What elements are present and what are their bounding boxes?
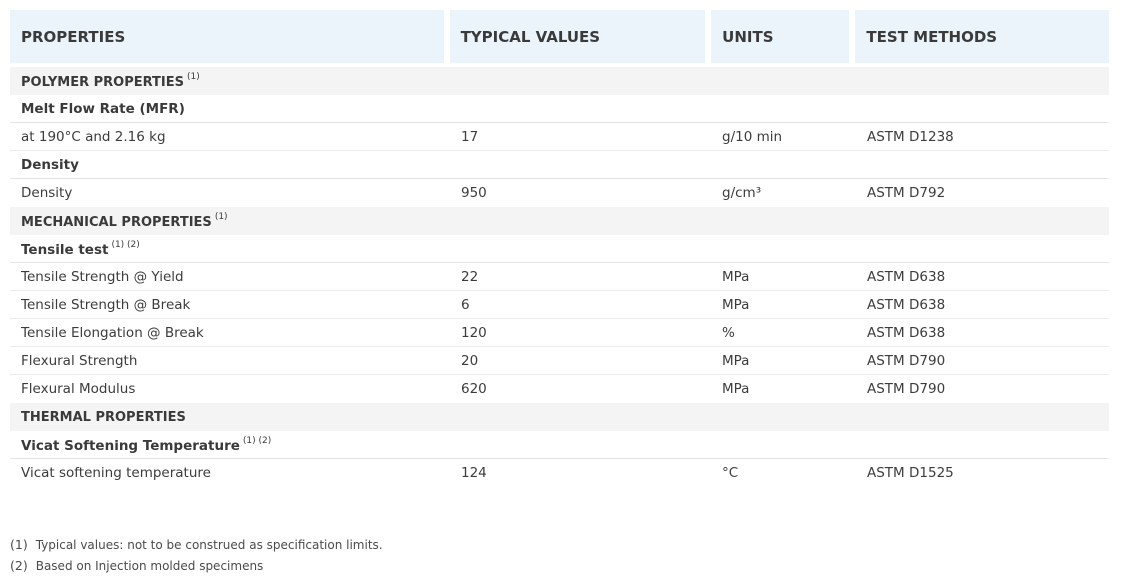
section-title: THERMAL PROPERTIES (21, 409, 186, 425)
header-units: UNITS (711, 10, 850, 63)
table-row: Vicat softening temperature 124 °C ASTM … (10, 459, 1109, 487)
footnote-ref: (1) (214, 212, 228, 222)
footnote-mark: (1) (10, 537, 28, 552)
section-mechanical-properties: MECHANICAL PROPERTIES (1) (10, 207, 1109, 235)
footnote-1: (1) Typical values: not to be construed … (10, 534, 383, 555)
footnote-text: Based on Injection molded specimens (35, 558, 264, 573)
properties-table: PROPERTIES TYPICAL VALUES UNITS TEST MET… (10, 10, 1109, 487)
value-cell: 6 (461, 296, 470, 313)
method-cell: ASTM D790 (867, 381, 946, 397)
footnotes: (1) Typical values: not to be construed … (10, 534, 383, 576)
footnote-ref: (1) (2) (111, 239, 140, 250)
table-row: Flexural Strength 20 MPa ASTM D790 (10, 347, 1109, 375)
method-cell: ASTM D638 (867, 324, 946, 341)
property-cell: Flexural Strength (21, 352, 138, 369)
footnote-ref: (1) (2) (242, 435, 272, 446)
table-header: PROPERTIES TYPICAL VALUES UNITS TEST MET… (10, 10, 1109, 63)
unit-cell: g/cm³ (722, 185, 762, 201)
value-cell: 950 (461, 185, 487, 201)
header-properties: PROPERTIES (10, 10, 444, 63)
value-cell: 22 (461, 268, 479, 285)
table-row: Tensile Elongation @ Break 120 % ASTM D6… (10, 319, 1109, 347)
property-cell: Vicat softening temperature (21, 465, 211, 481)
subsection-title: Tensile test (21, 241, 109, 258)
method-cell: ASTM D790 (867, 352, 946, 369)
value-cell: 20 (461, 352, 479, 369)
footnote-2: (2) Based on Injection molded specimens (10, 555, 383, 576)
subsection-title: Vicat Softening Temperature (21, 437, 240, 454)
table-row: at 190°C and 2.16 kg 17 g/10 min ASTM D1… (10, 123, 1109, 151)
property-cell: Tensile Strength @ Yield (21, 268, 184, 285)
property-cell: Tensile Strength @ Break (21, 296, 191, 313)
property-cell: Density (21, 185, 73, 201)
table-row: Tensile Strength @ Yield 22 MPa ASTM D63… (10, 263, 1109, 291)
subsection-tensile-test: Tensile test (1) (2) (10, 235, 1109, 263)
footnote-ref: (1) (186, 72, 200, 82)
subsection-title: Density (21, 156, 79, 173)
footnote-mark: (2) (10, 558, 28, 573)
section-title: POLYMER PROPERTIES (21, 75, 184, 90)
subsection-title: Melt Flow Rate (MFR) (21, 100, 185, 117)
property-cell: Tensile Elongation @ Break (21, 324, 204, 341)
value-cell: 17 (461, 128, 479, 145)
unit-cell: MPa (722, 296, 750, 313)
unit-cell: MPa (722, 268, 750, 285)
unit-cell: MPa (722, 352, 750, 369)
value-cell: 120 (461, 324, 487, 341)
method-cell: ASTM D638 (867, 296, 946, 313)
table-body: POLYMER PROPERTIES (1) Melt Flow Rate (MF… (10, 67, 1109, 487)
unit-cell: °C (722, 465, 739, 481)
table-row: Density 950 g/cm³ ASTM D792 (10, 179, 1109, 207)
subsection-density: Density (10, 151, 1109, 179)
table-row: Flexural Modulus 620 MPa ASTM D790 (10, 375, 1109, 403)
method-cell: ASTM D638 (867, 268, 946, 285)
section-polymer-properties: POLYMER PROPERTIES (1) (10, 67, 1109, 95)
footnote-text: Typical values: not to be construed as s… (35, 537, 383, 552)
subsection-mfr: Melt Flow Rate (MFR) (10, 95, 1109, 123)
unit-cell: % (722, 324, 735, 341)
section-thermal-properties: THERMAL PROPERTIES (10, 403, 1109, 431)
section-title: MECHANICAL PROPERTIES (21, 215, 212, 230)
subsection-vicat: Vicat Softening Temperature (1) (2) (10, 431, 1109, 459)
method-cell: ASTM D792 (867, 185, 946, 201)
property-cell: Flexural Modulus (21, 381, 136, 397)
table-row: Tensile Strength @ Break 6 MPa ASTM D638 (10, 291, 1109, 319)
header-typical-values: TYPICAL VALUES (449, 10, 706, 63)
method-cell: ASTM D1238 (867, 128, 954, 145)
header-test-methods: TEST METHODS (855, 10, 1109, 63)
value-cell: 124 (461, 465, 487, 481)
unit-cell: MPa (722, 381, 750, 397)
method-cell: ASTM D1525 (867, 465, 954, 481)
value-cell: 620 (461, 381, 487, 397)
unit-cell: g/10 min (722, 128, 783, 145)
property-cell: at 190°C and 2.16 kg (21, 128, 166, 145)
